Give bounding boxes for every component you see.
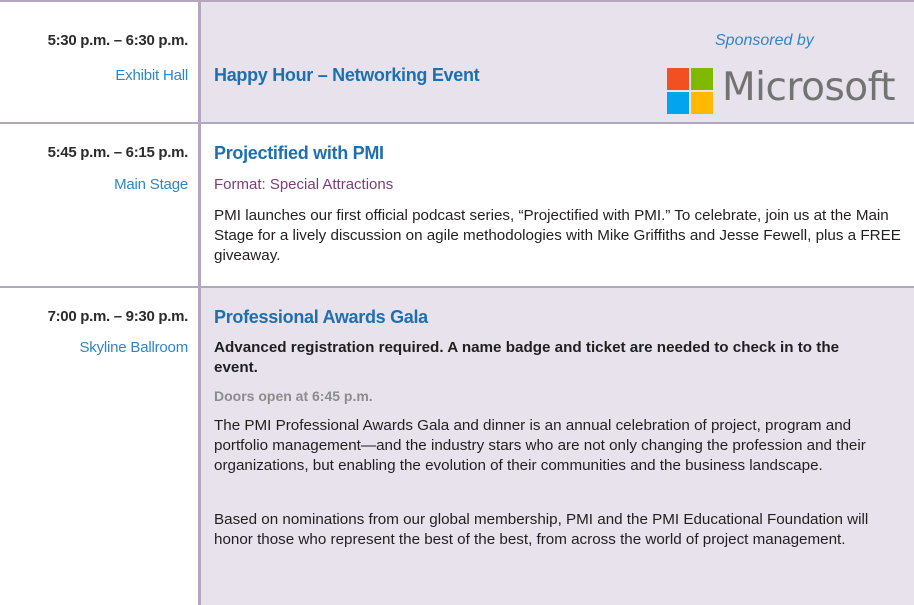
registration-notice: Advanced registration required. A name b…	[214, 339, 840, 376]
event-format: Format: Special Attractions	[214, 176, 394, 193]
event-schedule: 5:30 p.m. – 6:30 p.m. Exhibit Hall Happy…	[0, 0, 914, 605]
event-venue: Exhibit Hall	[115, 67, 188, 84]
logo-square-green	[691, 68, 713, 90]
logo-square-yellow	[691, 92, 713, 114]
event-title: Professional Awards Gala	[214, 307, 428, 327]
logo-square-red	[667, 68, 689, 90]
schedule-row-projectified: 5:45 p.m. – 6:15 p.m. Main Stage Project…	[0, 124, 914, 286]
logo-square-blue	[667, 92, 689, 114]
event-venue: Skyline Ballroom	[79, 339, 188, 356]
event-time: 5:30 p.m. – 6:30 p.m.	[47, 32, 189, 49]
event-description: The PMI Professional Awards Gala and din…	[214, 417, 866, 474]
doors-open-note: Doors open at 6:45 p.m.	[214, 388, 373, 404]
schedule-row-awards-gala: 7:00 p.m. – 9:30 p.m. Skyline Ballroom P…	[0, 288, 914, 605]
microsoft-logo-icon	[667, 68, 713, 114]
schedule-row-happy-hour: 5:30 p.m. – 6:30 p.m. Exhibit Hall Happy…	[0, 2, 914, 122]
event-description: PMI launches our first official podcast …	[214, 207, 901, 264]
event-description: Based on nominations from our global mem…	[214, 511, 869, 548]
event-venue: Main Stage	[114, 176, 188, 193]
event-title: Happy Hour – Networking Event	[214, 65, 480, 85]
microsoft-wordmark: Microsoft	[722, 65, 895, 110]
event-title: Projectified with PMI	[214, 143, 384, 163]
sponsored-by-label: Sponsored by	[715, 32, 814, 49]
event-time: 7:00 p.m. – 9:30 p.m.	[47, 308, 189, 325]
event-time: 5:45 p.m. – 6:15 p.m.	[47, 144, 189, 161]
